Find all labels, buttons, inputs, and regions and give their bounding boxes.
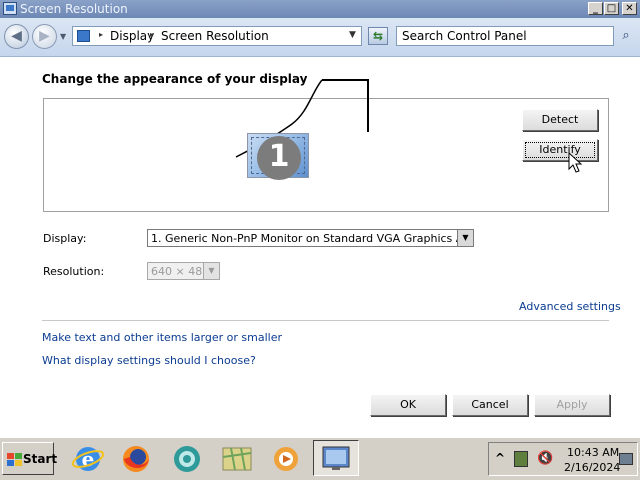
window-title: Screen Resolution xyxy=(20,2,128,16)
taskbar: Start e ^ 🔇 10:43 AM 2/16/2024 xyxy=(0,437,640,480)
maximize-button[interactable]: □ xyxy=(604,2,619,15)
show-desktop-icon[interactable] xyxy=(619,453,633,465)
monitor-number-badge: 1 xyxy=(257,136,301,180)
back-button[interactable]: ◀ xyxy=(4,24,29,49)
address-dropdown-icon[interactable]: ▼ xyxy=(349,30,356,40)
clock-time[interactable]: 10:43 AM xyxy=(567,446,619,459)
display-select-value: 1. Generic Non-PnP Monitor on Standard V… xyxy=(151,232,474,245)
dropdown-arrow-icon[interactable]: ▼ xyxy=(203,263,219,279)
navigation-bar: ◀ ▶ ▼ ▸ Display ▸ Screen Resolution ▼ ⇆ … xyxy=(0,18,640,57)
resolution-select[interactable]: 640 × 480 ▼ xyxy=(147,262,220,280)
display-label: Display: xyxy=(43,232,87,245)
resolution-select-value: 640 × 480 xyxy=(151,265,210,278)
display-help-link[interactable]: What display settings should I choose? xyxy=(42,354,256,367)
close-button[interactable]: ✕ xyxy=(622,2,637,15)
breadcrumb-separator-icon[interactable]: ▸ xyxy=(99,30,103,39)
media-player-icon[interactable] xyxy=(268,443,304,475)
display-settings-icon xyxy=(322,446,350,470)
address-bar[interactable]: ▸ Display ▸ Screen Resolution ▼ xyxy=(72,26,362,46)
browser-icon[interactable] xyxy=(169,443,205,475)
history-dropdown-icon[interactable]: ▼ xyxy=(60,32,66,41)
forward-button[interactable]: ▶ xyxy=(32,24,57,49)
dropdown-arrow-icon[interactable]: ▼ xyxy=(457,230,473,246)
windows-logo-icon xyxy=(7,453,23,467)
clock-date[interactable]: 2/16/2024 xyxy=(564,461,620,474)
display-settings-taskbar-button[interactable] xyxy=(313,440,359,476)
title-bar: Screen Resolution _ □ ✕ xyxy=(0,0,640,18)
firefox-icon[interactable] xyxy=(118,443,154,475)
apply-button[interactable]: Apply xyxy=(534,394,610,416)
internet-explorer-icon[interactable]: e xyxy=(70,443,106,475)
display-app-icon xyxy=(3,2,17,15)
page-title: Change the appearance of your display xyxy=(42,72,308,86)
search-icon[interactable]: ⌕ xyxy=(616,27,636,45)
refresh-button[interactable]: ⇆ xyxy=(368,27,388,45)
mouse-cursor-icon xyxy=(568,152,582,173)
detect-button[interactable]: Detect xyxy=(522,109,598,131)
cancel-button[interactable]: Cancel xyxy=(452,394,528,416)
network-icon[interactable] xyxy=(514,451,528,467)
minimize-button[interactable]: _ xyxy=(588,2,603,15)
start-label: Start xyxy=(23,452,58,466)
control-panel-icon xyxy=(77,30,90,42)
search-input[interactable]: Search Control Panel xyxy=(396,26,614,46)
breadcrumb-separator-icon[interactable]: ▸ xyxy=(150,30,154,39)
breadcrumb-screen-resolution[interactable]: Screen Resolution xyxy=(161,29,269,43)
text-size-link[interactable]: Make text and other items larger or smal… xyxy=(42,331,282,344)
divider xyxy=(42,320,609,321)
volume-muted-icon[interactable]: 🔇 xyxy=(537,451,553,467)
breadcrumb-display[interactable]: Display xyxy=(110,29,154,43)
start-button[interactable]: Start xyxy=(2,442,58,475)
ok-button[interactable]: OK xyxy=(370,394,446,416)
identify-button[interactable]: Identify xyxy=(522,139,598,161)
show-hidden-icons-icon[interactable]: ^ xyxy=(495,451,505,465)
system-tray: ^ 🔇 10:43 AM 2/16/2024 xyxy=(488,442,638,476)
resolution-label: Resolution: xyxy=(43,265,105,278)
advanced-settings-link[interactable]: Advanced settings xyxy=(519,300,621,313)
maps-icon[interactable] xyxy=(219,443,255,475)
display-select[interactable]: 1. Generic Non-PnP Monitor on Standard V… xyxy=(147,229,474,247)
